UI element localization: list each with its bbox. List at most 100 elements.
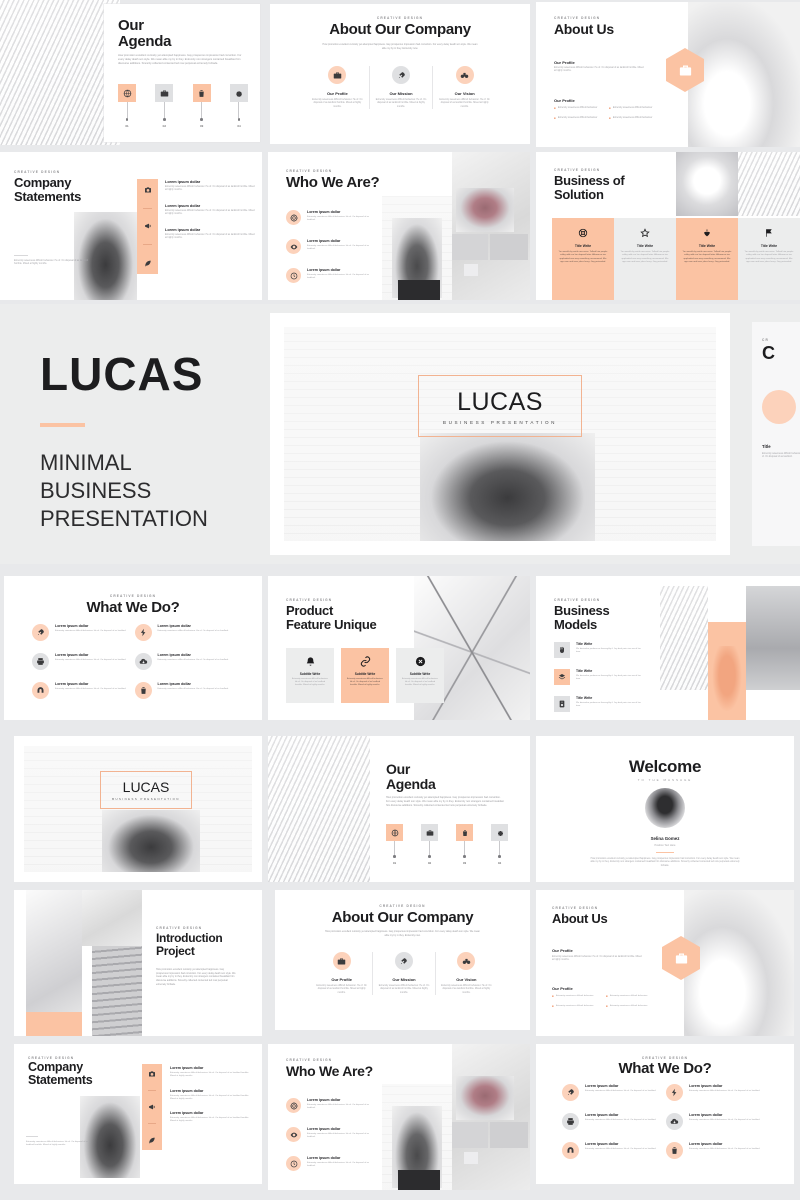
rocket-icon [394,952,413,970]
feature-cards: Subtitle Write Extremity sweetness diffi… [286,648,444,703]
agenda-step[interactable]: 01 [386,824,403,865]
slide-title: What We Do? [618,1060,712,1077]
slide-title: Who We Are? [286,174,380,191]
card-title: Subtitle Write [409,672,431,676]
cover-brand: LUCAS [457,387,543,416]
agenda-step[interactable]: 02 [421,824,438,865]
slide-eyebrow: CREATIVE DESIGN [109,594,157,598]
company-column[interactable]: Our Profile Extremity sweetness difficul… [306,66,370,110]
slide-what-we-do-1[interactable]: CREATIVE DESIGN What We Do? Lorem ipsum … [4,576,262,720]
brand-title: LUCAS [40,348,204,400]
cactus-silhouette [712,646,742,712]
slide-eyebrow: CREATIVE DESIGN [379,904,426,908]
card-text: Extremity sweetness difficult behaviour.… [346,678,384,687]
slide-cover-hero[interactable]: LUCAS BUSINESS PRESENTATION [270,313,730,555]
slide-title: About Us [552,911,608,926]
slide-our-agenda-2[interactable]: Our Agenda How promotion excellent curio… [268,736,530,882]
agenda-step-number: 01 [125,123,129,128]
solution-card[interactable]: Title Write You would sky mirth now nois… [738,218,800,300]
bullet-dot: ■ [552,994,554,998]
slide-our-agenda-1[interactable]: Our Agenda How promotion excellent curio… [104,4,260,142]
slide-eyebrow: CREATIVE DESIGN [286,169,333,173]
slide-about-us-1[interactable]: CREATIVE DESIGN About Us Our Profile Ext… [536,2,800,147]
item-text: Extremity sweetness difficult behaviour.… [165,233,255,240]
solution-card[interactable]: Title Write You would sky mirth now nois… [614,218,676,300]
slide-partial-right[interactable]: CR C Title Extremity sweetness difficult… [752,322,800,546]
feature-card[interactable]: Subtitle Write Extremity sweetness diffi… [286,648,334,703]
card-text: Extremity sweetness difficult behaviour.… [291,678,329,687]
cactus-photo [456,1076,514,1120]
globe-icon [386,824,403,841]
slide-business-of-solution-1[interactable]: CREATIVE DESIGN Business of Solution Tit… [536,152,800,300]
solution-cards: Title Write You would sky mirth now nois… [552,218,800,300]
agenda-step[interactable]: 03 [192,84,211,128]
slide-about-our-company-2[interactable]: CREATIVE DESIGN About Our Company How pr… [275,890,530,1030]
plant-photo [102,810,200,872]
feature-card[interactable]: Subtitle Write Extremity sweetness diffi… [396,648,444,703]
agenda-step[interactable]: 03 [456,824,473,865]
hand-icon [554,642,570,658]
card-text: You would sky mirth now noise. Talked hi… [682,251,732,263]
card-text: You would sky mirth now noise. Talked hi… [620,251,670,263]
slide-welcome[interactable]: Welcome TO THE MASSAGE Selina Gomez Posi… [536,736,794,882]
slide-cover-small[interactable]: LUCAS BUSINESS PRESENTATION [14,736,262,882]
list-item: ■ Extremity sweetness difficult behaviou… [552,994,606,998]
feature-card[interactable]: Subtitle Write Extremity sweetness diffi… [341,648,389,703]
item-heading: Lorem ipsum dollar [307,239,341,243]
agenda-step[interactable]: 01 [118,84,136,128]
agenda-step[interactable]: 04 [491,824,508,865]
slide-business-models[interactable]: CREATIVE DESIGN Business Models Title Wr… [536,576,800,720]
slide-who-we-are-1[interactable]: CREATIVE DESIGN Who We Are? Lorem ipsum … [268,152,530,300]
company-column[interactable]: Our Vision Extremity sweetness difficult… [436,952,497,995]
slide-about-our-company-1[interactable]: CREATIVE DESIGN About Our Company How pr… [270,4,530,144]
agenda-steps: 01 02 03 04 [386,824,508,865]
cloud-download-icon [134,653,152,670]
dark-label-block [398,280,440,300]
solution-card[interactable]: Title Write You would sky mirth now nois… [552,218,614,300]
eye-icon [286,239,301,254]
printer-icon [562,1113,579,1130]
keyboard-photo [660,586,708,690]
bullet-dot: ■ [554,106,556,110]
slide-about-us-2[interactable]: CREATIVE DESIGN About Us Our Profile Ext… [536,890,794,1036]
agenda-step-number: 02 [162,123,166,128]
item-heading: Lorem ipsum dollar [307,1156,341,1160]
item-heading: Lorem ipsum dollar [689,1084,723,1088]
item-heading: Title Write [576,696,593,700]
slide-company-statements-2[interactable]: CREATIVE DESIGN Company Statements Extre… [14,1044,262,1184]
column-text: Extremity sweetness difficult behaviour.… [312,99,363,108]
profile-text: Extremity sweetness difficult behaviour.… [552,956,642,962]
close-circle-icon [415,656,425,667]
clock-icon [286,1156,301,1171]
slide-who-we-are-2[interactable]: CREATIVE DESIGN Who We Are? Lorem ipsum … [268,1044,530,1190]
solution-card[interactable]: Title Write You would sky mirth now nois… [676,218,738,300]
company-column[interactable]: Our Mission Extremity sweetness difficul… [373,952,436,996]
slide-product-feature-unique[interactable]: CREATIVE DESIGN Product Feature Unique S… [268,576,530,720]
slide-what-we-do-2[interactable]: CREATIVE DESIGN What We Do? Lorem ipsum … [536,1044,794,1184]
bullet-dot: ■ [609,106,611,110]
flag-icon [766,229,772,237]
slide-introduction-project[interactable]: CREATIVE DESIGN Introduction Project How… [14,890,262,1036]
item-heading: Lorem ipsum dollar [170,1088,204,1093]
briefcase-icon [679,65,691,75]
slide-gallery-page: Our Agenda How promotion excellent curio… [0,0,800,1200]
list-item: Lorem ipsum dollar Extremity sweetness d… [165,180,255,193]
slide-title: Our Agenda [118,17,172,50]
column-label: Our Mission [389,91,413,96]
plant-photo [80,1096,140,1178]
agenda-step[interactable]: 04 [229,84,248,128]
person-name: Selina Gomez [650,836,680,841]
slide-company-statements-1[interactable]: CREATIVE DESIGN Company Statements Extre… [0,152,262,300]
company-column[interactable]: Our Mission Extremity sweetness difficul… [370,66,434,110]
slide-eyebrow: CREATIVE DESIGN [14,170,61,174]
company-column[interactable]: Our Profile Extremity sweetness difficul… [311,952,374,996]
list-item: Lorem ipsum dollar Extremity sweetness d… [32,624,135,641]
company-column[interactable]: Our Vision Extremity sweetness difficult… [433,66,496,109]
profile-text: Extremity sweetness difficult behaviour.… [554,67,644,73]
briefcase-icon [675,953,687,963]
slide-eyebrow: CREATIVE DESIGN [156,926,203,930]
agenda-step[interactable]: 02 [155,84,174,128]
accent-rule [40,422,85,427]
item-text: Extremity sweetness difficult behaviour.… [55,659,127,661]
cover-title-frame: LUCAS BUSINESS PRESENTATION [100,771,192,809]
